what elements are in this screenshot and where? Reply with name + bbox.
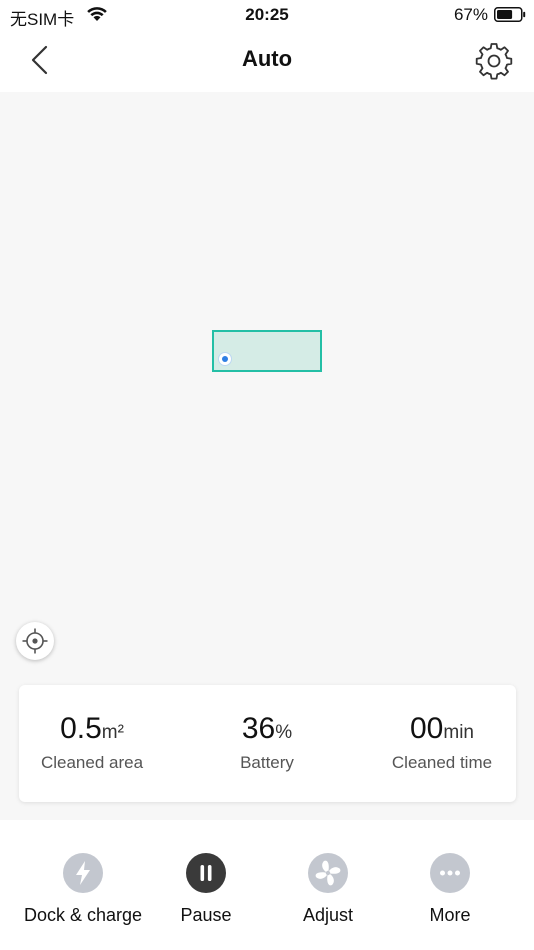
more-button[interactable]: More — [385, 853, 515, 926]
action-bar: Dock & charge Pause Adjust More — [0, 820, 534, 950]
lightning-icon — [63, 853, 103, 893]
cleaned-area-label: Cleaned area — [40, 753, 144, 772]
stats-card: 0.5m² Cleaned area 36% Battery 00min Cle… — [19, 685, 516, 802]
cleaned-time-label: Cleaned time — [391, 753, 493, 772]
battery-label: Battery — [240, 753, 294, 772]
more-dots-icon — [430, 853, 470, 893]
battery-unit: % — [275, 722, 293, 743]
pause-button[interactable]: Pause — [141, 853, 271, 926]
status-bar: 无SIM卡 20:25 67% — [0, 0, 534, 30]
nav-bar: Auto — [0, 30, 534, 92]
robot-position-marker — [219, 353, 231, 365]
cleaned-time-stat: 00min Cleaned time — [379, 711, 505, 773]
cleaned-time-value: 00 — [410, 712, 444, 745]
gear-icon — [475, 43, 513, 80]
locate-robot-button[interactable] — [16, 622, 54, 660]
crosshair-icon — [22, 628, 48, 654]
pause-icon — [186, 853, 226, 893]
battery-icon — [494, 7, 526, 27]
page-title: Auto — [241, 46, 293, 71]
fan-icon — [308, 853, 348, 893]
cleaned-area-stat: 0.5m² Cleaned area — [19, 711, 165, 773]
battery-stat: 36% Battery — [195, 711, 339, 773]
battery-percent: 67% — [453, 5, 488, 24]
battery-value: 36 — [241, 712, 276, 745]
settings-button[interactable] — [474, 41, 514, 81]
cleaned-area-value: 0.5 — [60, 712, 102, 745]
pause-label: Pause — [180, 905, 232, 925]
cleaned-region — [212, 330, 322, 372]
cleaned-time-unit: min — [443, 722, 474, 743]
adjust-button[interactable]: Adjust — [263, 853, 393, 926]
adjust-label: Adjust — [302, 905, 354, 925]
dock-charge-button[interactable]: Dock & charge — [18, 853, 148, 926]
dock-charge-label: Dock & charge — [23, 905, 143, 925]
cleaned-area-unit: m² — [101, 722, 124, 743]
more-label: More — [429, 905, 471, 925]
